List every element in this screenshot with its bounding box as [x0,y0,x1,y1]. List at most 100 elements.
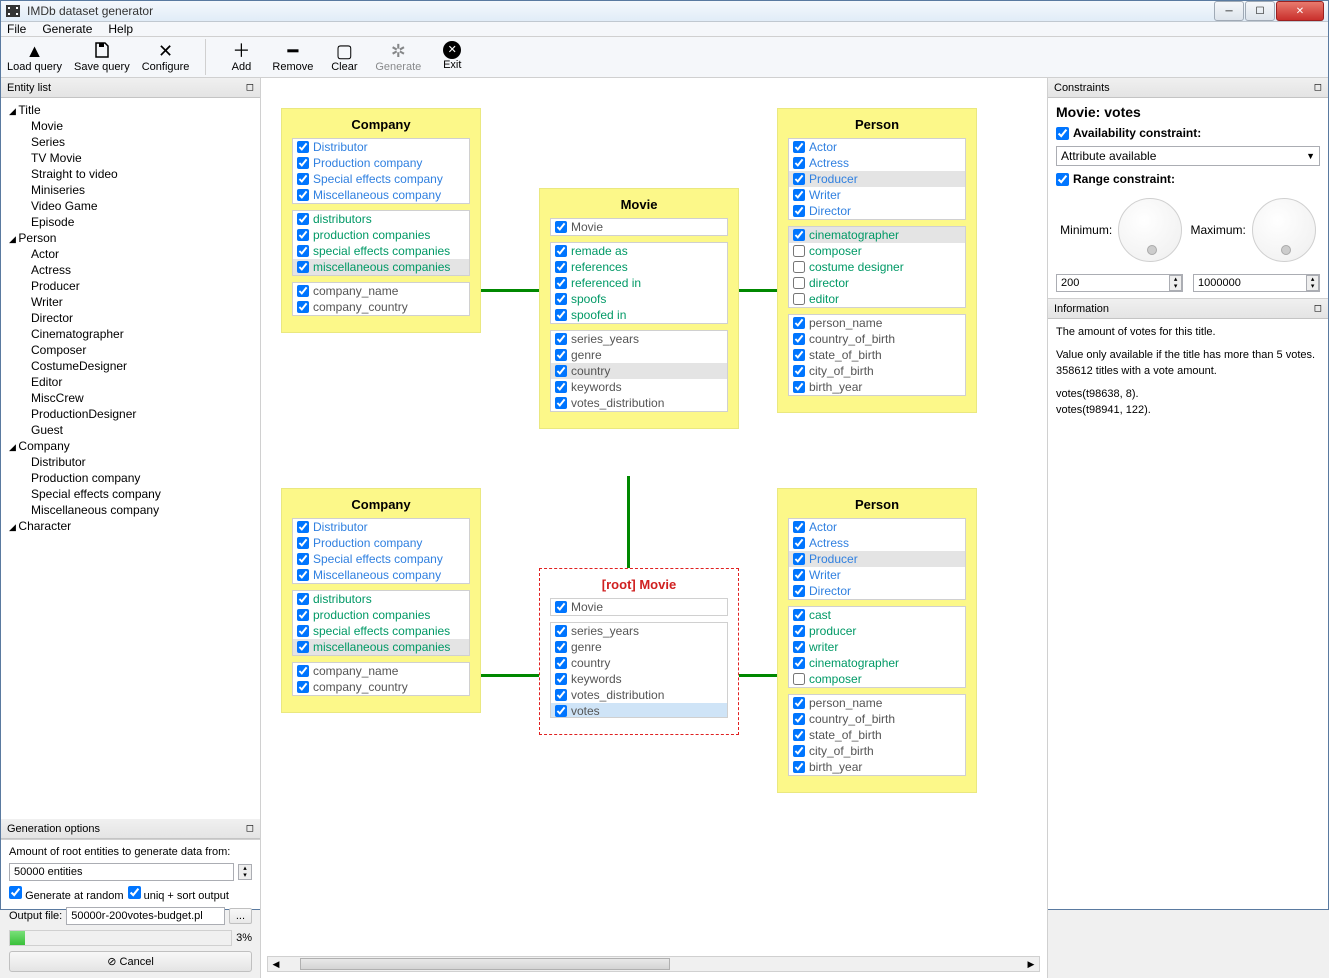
attr-list[interactable]: series_yearsgenrecountrykeywordsvotes_di… [550,622,728,718]
avail-checkbox[interactable] [1056,127,1069,140]
cancel-button[interactable]: ⊘ Cancel [9,951,252,972]
attr-row[interactable]: miscellaneous companies [293,259,469,275]
attr-row[interactable]: Writer [789,567,965,583]
tree-item[interactable]: Production company [7,470,254,486]
attr-list[interactable]: remade asreferencesreferenced inspoofssp… [550,242,728,324]
attr-list[interactable]: ActorActressProducerWriterDirector [788,518,966,600]
random-checkbox[interactable]: Generate at random [9,886,124,902]
attr-list[interactable]: DistributorProduction companySpecial eff… [292,518,470,584]
tree-item[interactable]: Actress [7,262,254,278]
attr-row[interactable]: birth_year [789,379,965,395]
attr-row[interactable]: remade as [551,243,727,259]
menu-generate[interactable]: Generate [42,22,92,36]
tree-item[interactable]: Special effects company [7,486,254,502]
attr-row[interactable]: spoofed in [551,307,727,323]
tree-item[interactable]: Writer [7,294,254,310]
attr-row[interactable]: person_name [789,315,965,331]
attr-row[interactable]: Production company [293,535,469,551]
attr-list[interactable]: company_namecompany_country [292,662,470,696]
tree-item[interactable]: Episode [7,214,254,230]
remove-button[interactable]: ━Remove [272,41,313,73]
attr-row[interactable]: series_years [551,331,727,347]
tree-item[interactable]: Guest [7,422,254,438]
maximize-button[interactable]: ☐ [1245,1,1275,21]
tree-item[interactable]: Straight to video [7,166,254,182]
tree-item[interactable]: CostumeDesigner [7,358,254,374]
attr-row[interactable]: director [789,275,965,291]
configure-button[interactable]: ✕Configure [142,41,190,73]
attr-row[interactable]: votes_distribution [551,395,727,411]
attr-row[interactable]: Movie [551,219,727,235]
attr-row[interactable]: Writer [789,187,965,203]
attr-list[interactable]: castproducerwritercinematographercompose… [788,606,966,688]
attr-row[interactable]: series_years [551,623,727,639]
load-query-button[interactable]: ▲Load query [7,41,62,73]
add-button[interactable]: ＋Add [222,41,260,73]
attr-row[interactable]: genre [551,347,727,363]
attr-row[interactable]: Actor [789,139,965,155]
attr-row[interactable]: Special effects company [293,551,469,567]
tree-item[interactable]: Miscellaneous company [7,502,254,518]
save-query-button[interactable]: Save query [74,41,130,73]
attr-row[interactable]: cinematographer [789,227,965,243]
attr-row[interactable]: Production company [293,155,469,171]
menu-file[interactable]: File [7,22,26,36]
attr-row[interactable]: votes [551,703,727,718]
minimize-button[interactable]: ─ [1214,1,1244,21]
attr-row[interactable]: genre [551,639,727,655]
attr-row[interactable]: Director [789,583,965,599]
maximum-dial[interactable] [1252,198,1316,262]
attr-row[interactable]: composer [789,243,965,259]
attr-row[interactable]: cinematographer [789,655,965,671]
tree-item[interactable]: TV Movie [7,150,254,166]
attr-list[interactable]: person_namecountry_of_birthstate_of_birt… [788,694,966,776]
attr-row[interactable]: keywords [551,671,727,687]
attr-list[interactable]: cinematographercomposercostume designerd… [788,226,966,308]
undock-icon[interactable]: ◻ [246,82,254,93]
avail-dropdown[interactable]: Attribute available▼ [1056,146,1320,166]
amount-input[interactable] [9,863,234,881]
attr-row[interactable]: Miscellaneous company [293,187,469,203]
attr-row[interactable]: referenced in [551,275,727,291]
attr-row[interactable]: Actor [789,519,965,535]
attr-list[interactable]: DistributorProduction companySpecial eff… [292,138,470,204]
attr-row[interactable]: state_of_birth [789,727,965,743]
tree-item[interactable]: Series [7,134,254,150]
close-button[interactable]: ✕ [1276,1,1324,21]
attr-list[interactable]: ActorActressProducerWriterDirector [788,138,966,220]
attr-list[interactable]: series_yearsgenrecountrykeywordsvotes_di… [550,330,728,412]
attr-row[interactable]: Director [789,203,965,219]
attr-row[interactable]: Miscellaneous company [293,567,469,583]
diagram-canvas[interactable]: CompanyDistributorProduction companySpec… [261,78,1048,978]
attr-row[interactable]: production companies [293,227,469,243]
exit-button[interactable]: ✕Exit [433,41,471,73]
minimum-input[interactable] [1057,275,1169,291]
menu-help[interactable]: Help [108,22,133,36]
tree-item[interactable]: Producer [7,278,254,294]
attr-row[interactable]: editor [789,291,965,307]
attr-row[interactable]: keywords [551,379,727,395]
attr-row[interactable]: cast [789,607,965,623]
tree-group[interactable]: Person [7,230,254,246]
tree-item[interactable]: Video Game [7,198,254,214]
tree-item[interactable]: Director [7,310,254,326]
tree-item[interactable]: Miniseries [7,182,254,198]
attr-row[interactable]: special effects companies [293,623,469,639]
entity-company2[interactable]: CompanyDistributorProduction companySpec… [281,488,481,713]
attr-row[interactable]: Distributor [293,519,469,535]
tree-item[interactable]: Distributor [7,454,254,470]
attr-row[interactable]: special effects companies [293,243,469,259]
entity-person1[interactable]: PersonActorActressProducerWriterDirector… [777,108,977,413]
attr-list[interactable]: distributorsproduction companiesspecial … [292,590,470,656]
attr-row[interactable]: city_of_birth [789,363,965,379]
clear-button[interactable]: ▢Clear [325,41,363,73]
tree-item[interactable]: Cinematographer [7,326,254,342]
attr-row[interactable]: Actress [789,535,965,551]
tree-item[interactable]: Actor [7,246,254,262]
tree-item[interactable]: Composer [7,342,254,358]
minimum-dial[interactable] [1118,198,1182,262]
tree-group[interactable]: Title [7,102,254,118]
attr-row[interactable]: country_of_birth [789,711,965,727]
undock-icon[interactable]: ◻ [1314,82,1322,93]
attr-row[interactable]: company_country [293,299,469,315]
